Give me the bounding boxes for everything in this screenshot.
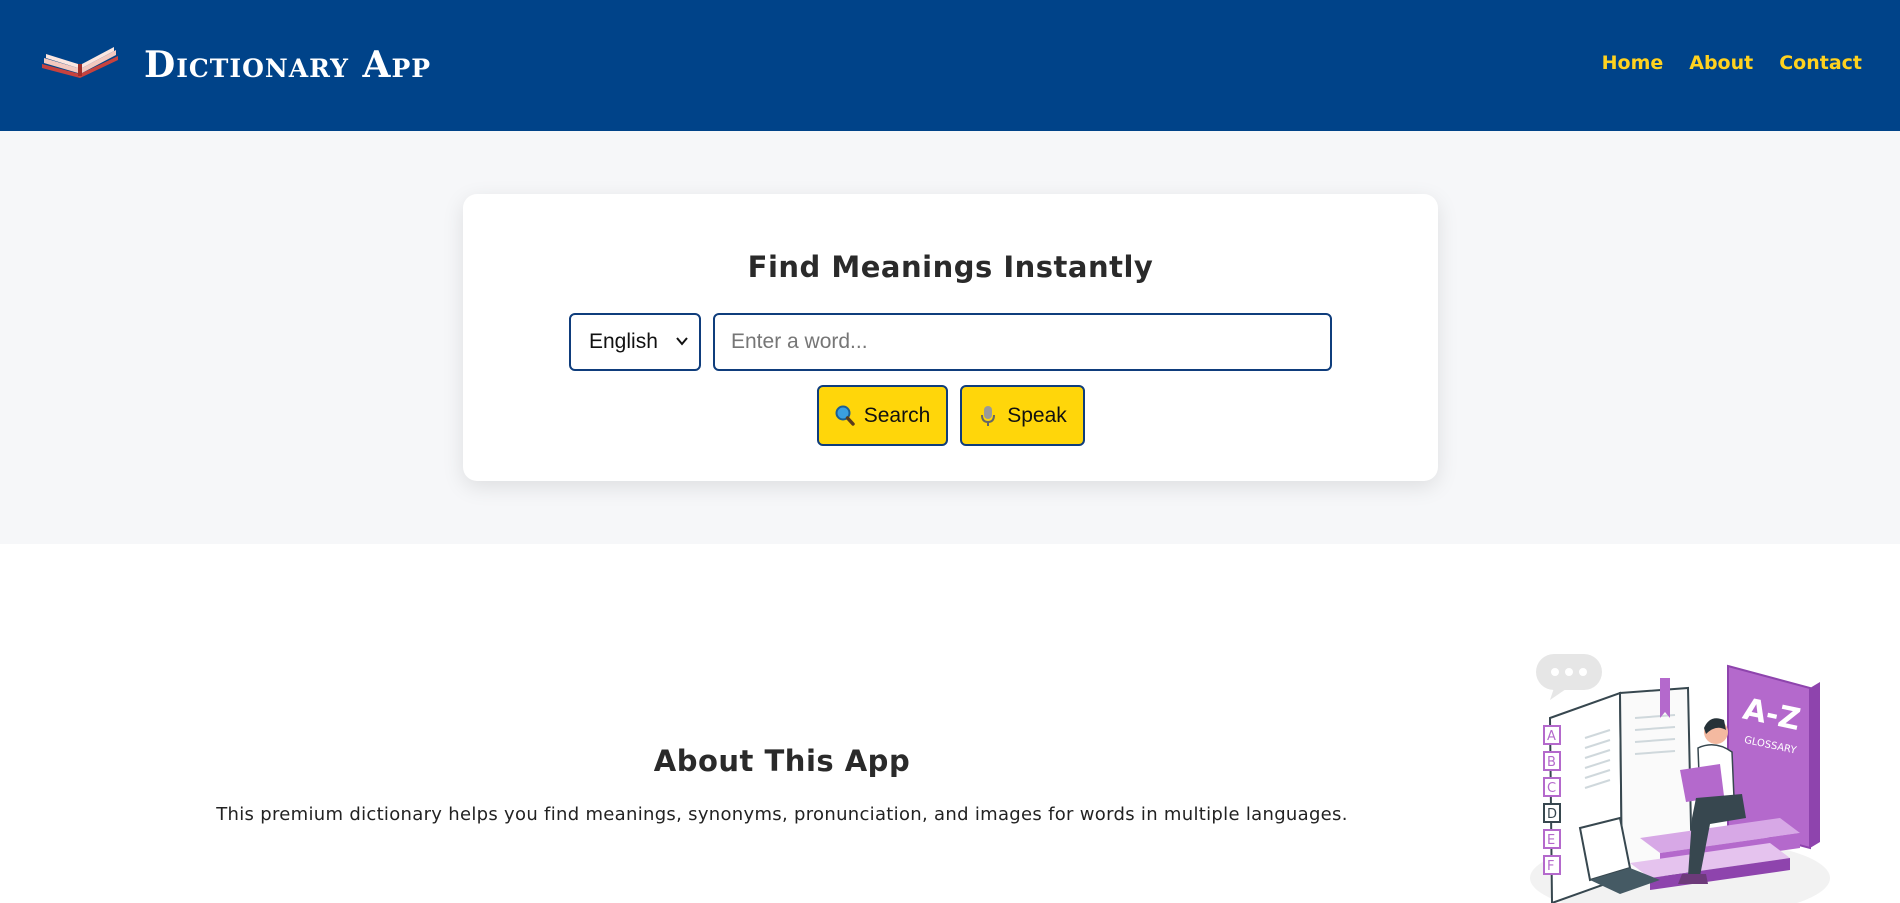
about-description: This premium dictionary helps you find m… [216, 804, 1348, 825]
search-button-label: Search [863, 403, 931, 427]
tab-letter: C [1547, 781, 1556, 796]
tab-letter: D [1547, 807, 1557, 822]
site-header: Dictionary App Home About Contact [0, 0, 1900, 131]
search-button[interactable]: Search [817, 385, 948, 446]
search-card: Find Meanings Instantly English Search S… [463, 194, 1438, 481]
speech-bubble-icon [1536, 654, 1602, 700]
hero-section: Find Meanings Instantly English Search S… [0, 131, 1900, 544]
language-select[interactable]: English [569, 313, 701, 371]
language-select-value: English [589, 330, 658, 353]
speak-button[interactable]: Speak [960, 385, 1085, 446]
tab-letter: A [1547, 729, 1556, 744]
tab-letter: E [1547, 833, 1555, 848]
tab-letter: F [1547, 859, 1554, 874]
chevron-down-icon [676, 337, 688, 346]
nav-about-link[interactable]: About [1689, 52, 1753, 74]
speak-button-label: Speak [1007, 403, 1067, 427]
word-search-input[interactable] [713, 313, 1332, 371]
app-title: Dictionary App [144, 44, 432, 86]
magnifier-icon [835, 405, 855, 426]
search-title: Find Meanings Instantly [747, 250, 1154, 284]
open-book-icon[interactable] [40, 44, 120, 84]
glossary-illustration: A B C D E F A-Z GLOSSARY [1530, 654, 1830, 903]
main-nav: Home About Contact [1602, 52, 1862, 74]
nav-home-link[interactable]: Home [1602, 52, 1664, 74]
about-title: About This App [653, 744, 911, 778]
microphone-icon [981, 405, 996, 426]
nav-contact-link[interactable]: Contact [1779, 52, 1862, 74]
tab-letter: B [1547, 755, 1556, 770]
